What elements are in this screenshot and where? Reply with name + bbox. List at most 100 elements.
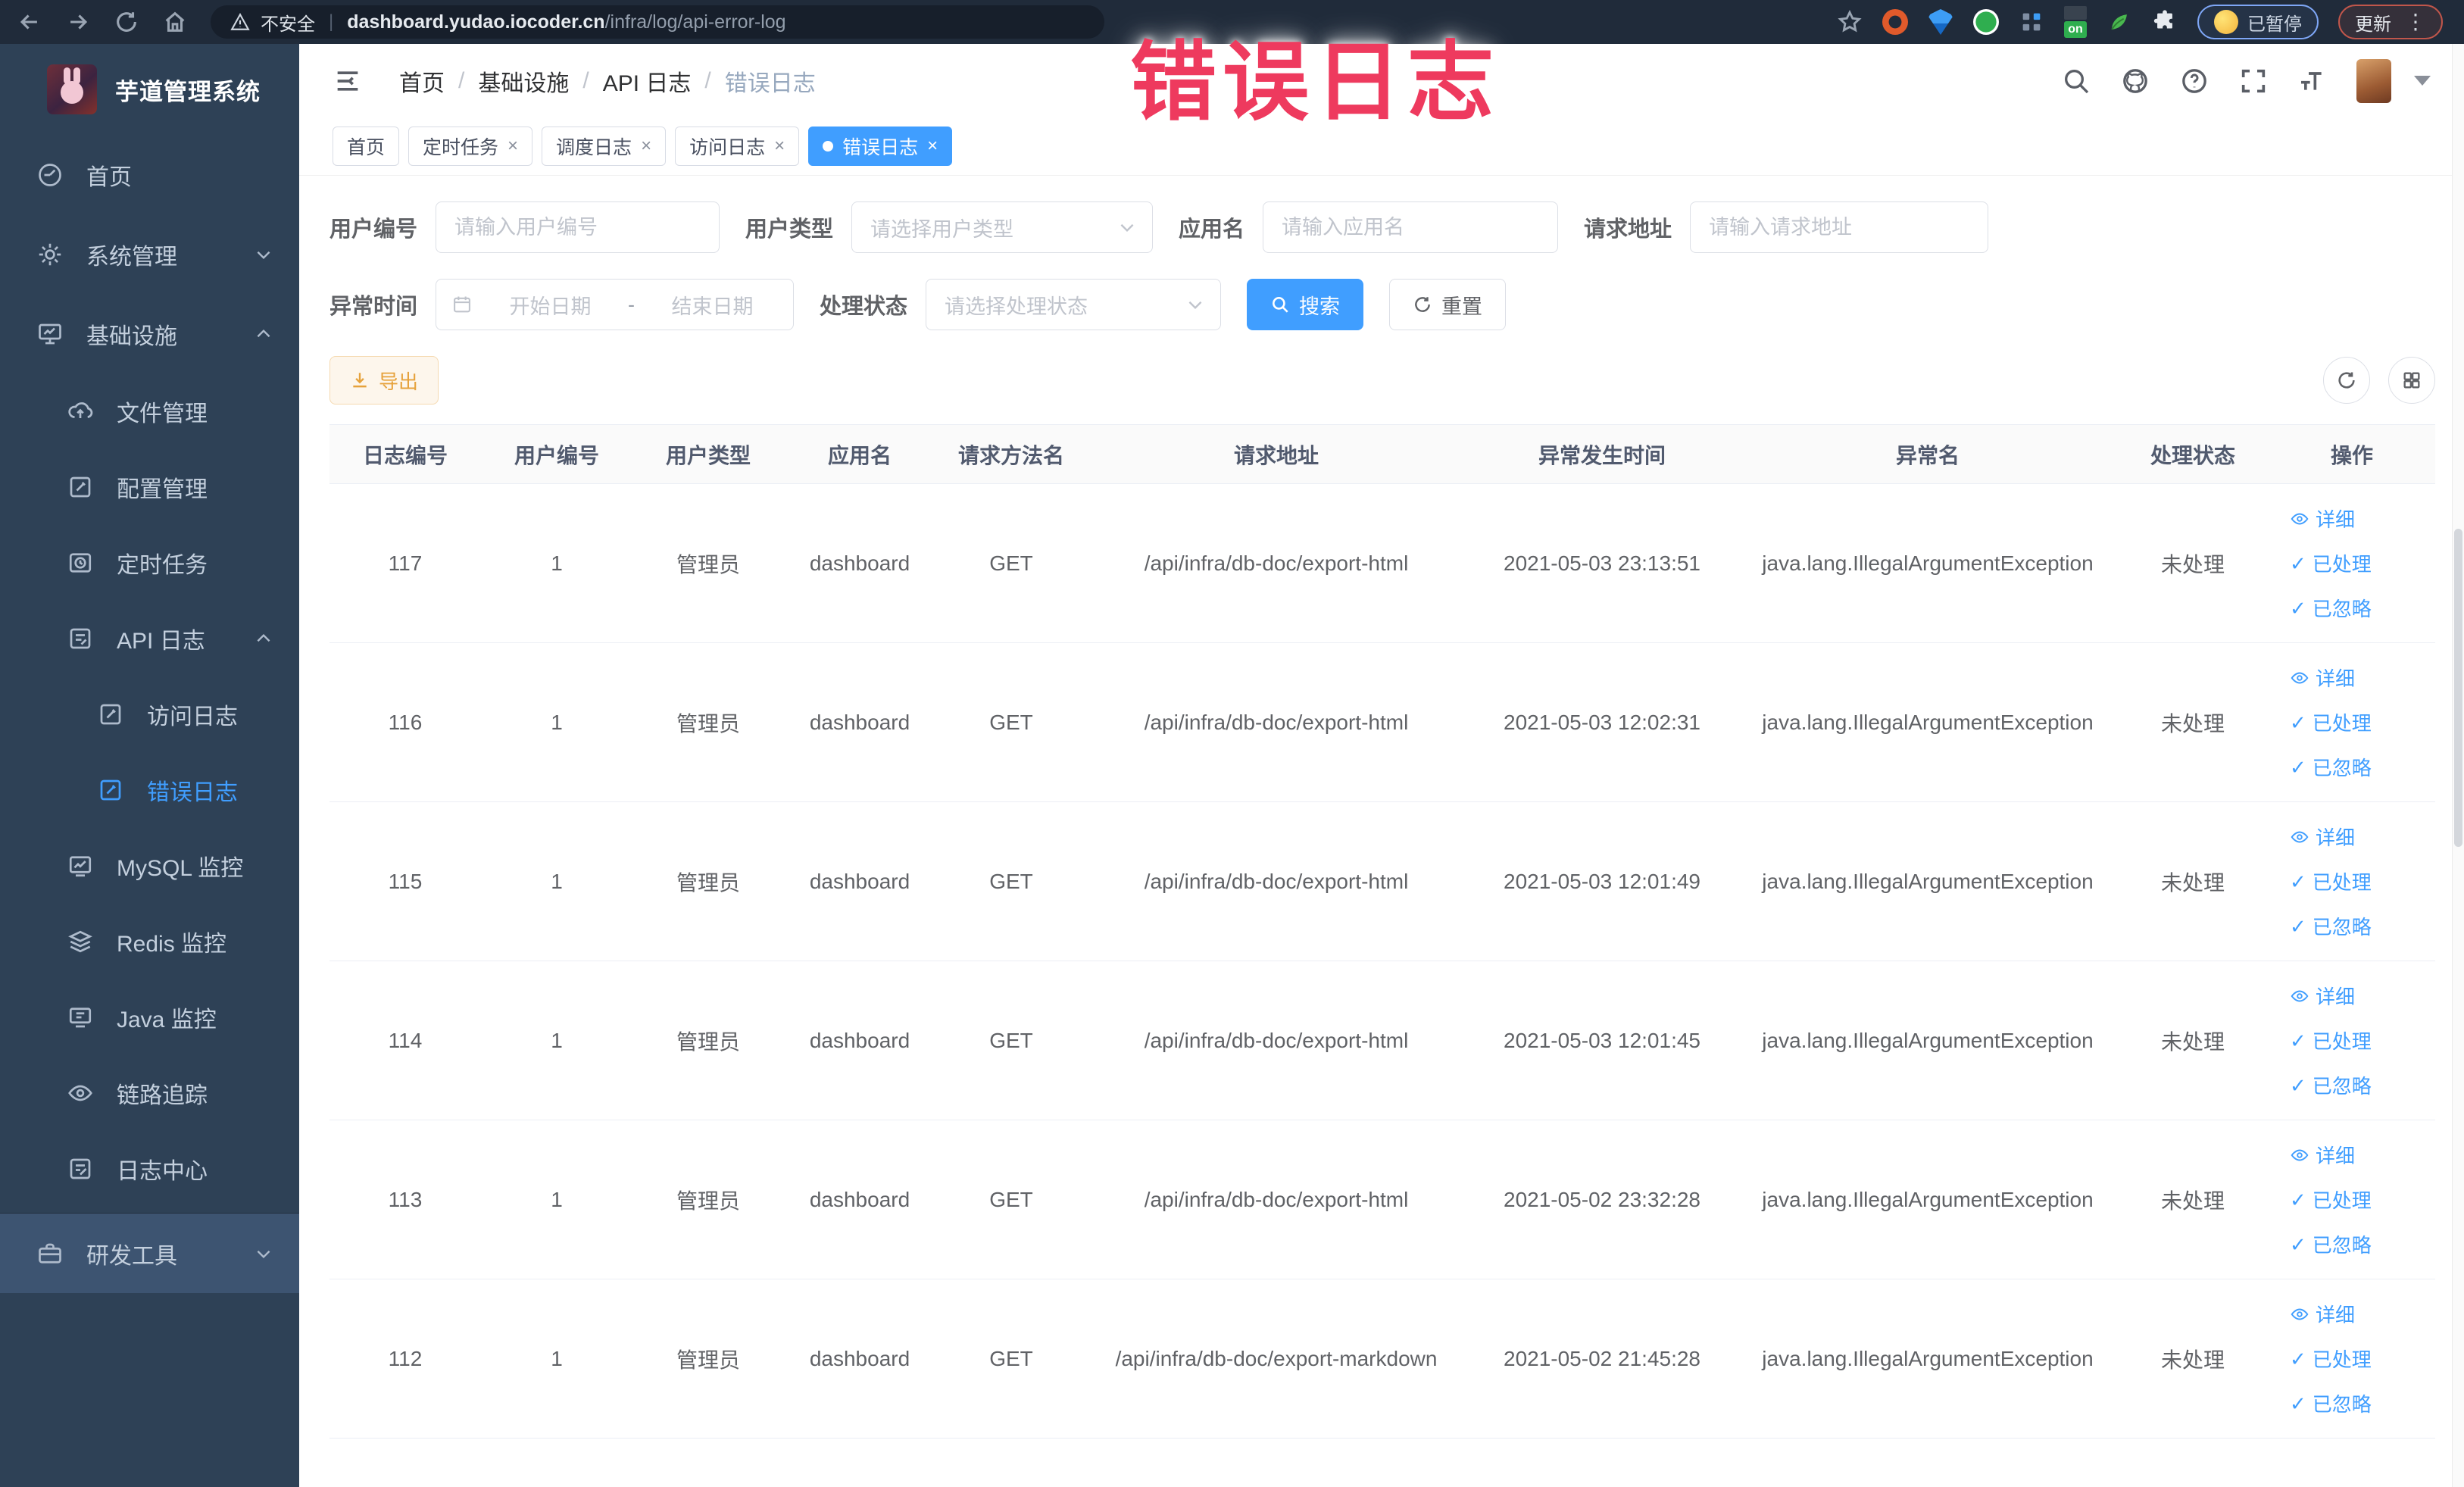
sidebar-item-log-center[interactable]: 日志中心 bbox=[0, 1131, 299, 1207]
extension-leaf-icon[interactable] bbox=[2106, 9, 2132, 35]
app-logo bbox=[47, 64, 97, 114]
eye-icon bbox=[2291, 672, 2309, 683]
app-name-input[interactable] bbox=[1263, 201, 1559, 253]
search-icon[interactable] bbox=[2061, 66, 2091, 96]
detail-link[interactable]: 详细 bbox=[2290, 505, 2355, 533]
back-icon[interactable] bbox=[17, 9, 42, 35]
sidebar-item-redis-monitor[interactable]: Redis 监控 bbox=[0, 904, 299, 979]
mark-ignored-link[interactable]: ✓ 已忽略 bbox=[2290, 753, 2372, 781]
sidebar-item-infra[interactable]: 基础设施 bbox=[0, 294, 299, 373]
screen: 不安全 | dashboard.yudao.iocoder.cn/infra/l… bbox=[0, 0, 2464, 1487]
home-icon[interactable] bbox=[162, 9, 188, 35]
app-title: 芋道管理系统 bbox=[115, 78, 261, 105]
refresh-table-button[interactable] bbox=[2323, 357, 2370, 404]
bookmark-star-icon[interactable] bbox=[1837, 9, 1863, 35]
browser-menu-kebab-icon[interactable]: ⋮ bbox=[2400, 11, 2426, 33]
reset-button[interactable]: 重置 bbox=[1389, 279, 1507, 330]
sidebar-item-home[interactable]: 首页 bbox=[0, 135, 299, 214]
col-log-id: 日志编号 bbox=[329, 424, 481, 484]
request-url-input[interactable] bbox=[1690, 201, 1989, 253]
mark-ignored-link[interactable]: ✓ 已忽略 bbox=[2290, 594, 2372, 622]
extensions-puzzle-icon[interactable] bbox=[2152, 9, 2178, 35]
detail-link[interactable]: 详细 bbox=[2290, 823, 2355, 851]
mark-ignored-link[interactable]: ✓ 已忽略 bbox=[2290, 912, 2372, 940]
breadcrumb-api-log[interactable]: API 日志 bbox=[603, 64, 692, 98]
mark-ignored-link[interactable]: ✓ 已忽略 bbox=[2290, 1389, 2372, 1417]
scrollbar-thumb[interactable] bbox=[2454, 529, 2462, 847]
tag-access-log[interactable]: 访问日志 × bbox=[675, 127, 800, 166]
forward-icon[interactable] bbox=[65, 9, 91, 35]
vertical-scrollbar[interactable] bbox=[2452, 44, 2464, 1487]
browser-update-button[interactable]: 更新 ⋮ bbox=[2338, 5, 2443, 39]
sidebar-item-scheduled-jobs[interactable]: 定时任务 bbox=[0, 525, 299, 601]
export-button[interactable]: 导出 bbox=[329, 356, 439, 405]
user-id-input[interactable] bbox=[436, 201, 720, 253]
mark-processed-link[interactable]: ✓ 已处理 bbox=[2290, 549, 2372, 577]
sidebar-item-config-manage[interactable]: 配置管理 bbox=[0, 449, 299, 525]
col-app-name: 应用名 bbox=[784, 424, 935, 484]
mark-processed-link[interactable]: ✓ 已处理 bbox=[2290, 1186, 2372, 1214]
reload-icon[interactable] bbox=[114, 9, 139, 35]
mark-processed-link[interactable]: ✓ 已处理 bbox=[2290, 867, 2372, 895]
mark-processed-link[interactable]: ✓ 已处理 bbox=[2290, 708, 2372, 736]
sidebar-item-api-log[interactable]: API 日志 bbox=[0, 601, 299, 676]
mark-ignored-link[interactable]: ✓ 已忽略 bbox=[2290, 1230, 2372, 1258]
sidebar-item-error-log[interactable]: 错误日志 bbox=[0, 752, 299, 828]
user-menu-caret-icon[interactable] bbox=[2414, 76, 2431, 86]
chevron-down-icon bbox=[254, 245, 273, 264]
tag-job[interactable]: 定时任务 × bbox=[408, 127, 533, 166]
tag-job-log[interactable]: 调度日志 × bbox=[542, 127, 667, 166]
app-logo-block[interactable]: 芋道管理系统 bbox=[0, 44, 299, 135]
user-avatar[interactable] bbox=[2356, 58, 2391, 103]
tags-view-bar: 首页 定时任务 × 调度日志 × 访问日志 × 错误日志 × bbox=[299, 117, 2464, 176]
detail-link[interactable]: 详细 bbox=[2290, 1300, 2355, 1328]
breadcrumb-current: 错误日志 bbox=[724, 70, 816, 96]
chevron-up-icon bbox=[254, 324, 273, 344]
mark-processed-link[interactable]: ✓ 已处理 bbox=[2290, 1345, 2372, 1373]
user-type-select[interactable]: 请选择用户类型 bbox=[851, 201, 1154, 253]
table-row: 113 1 管理员 dashboard GET /api/infra/db-do… bbox=[329, 1120, 2435, 1279]
detail-link[interactable]: 详细 bbox=[2290, 982, 2355, 1010]
extension-orange-icon[interactable] bbox=[1882, 9, 1908, 35]
mark-processed-link[interactable]: ✓ 已处理 bbox=[2290, 1026, 2372, 1054]
detail-link[interactable]: 详细 bbox=[2290, 1141, 2355, 1169]
table-row: 116 1 管理员 dashboard GET /api/infra/db-do… bbox=[329, 642, 2435, 802]
extension-green-icon[interactable] bbox=[1973, 9, 1999, 35]
mark-ignored-link[interactable]: ✓ 已忽略 bbox=[2290, 1071, 2372, 1099]
font-size-icon[interactable] bbox=[2297, 66, 2328, 96]
sidebar-item-access-log[interactable]: 访问日志 bbox=[0, 676, 299, 752]
sidebar-item-system[interactable]: 系统管理 bbox=[0, 214, 299, 294]
detail-link[interactable]: 详细 bbox=[2290, 664, 2355, 692]
column-settings-button[interactable] bbox=[2388, 357, 2435, 404]
address-bar[interactable]: 不安全 | dashboard.yudao.iocoder.cn/infra/l… bbox=[211, 5, 1104, 39]
sidebar-item-file-manage[interactable]: 文件管理 bbox=[0, 373, 299, 449]
github-icon[interactable] bbox=[2120, 66, 2150, 96]
sidebar-item-dev-tools[interactable]: 研发工具 bbox=[0, 1214, 299, 1293]
sidebar-item-trace[interactable]: 链路追踪 bbox=[0, 1055, 299, 1131]
paused-extension-pill[interactable]: 已暂停 bbox=[2197, 5, 2319, 39]
extension-grid-icon[interactable] bbox=[2019, 9, 2044, 35]
breadcrumb-home[interactable]: 首页 bbox=[399, 64, 445, 98]
breadcrumb-infra[interactable]: 基础设施 bbox=[478, 64, 569, 98]
chevron-down-icon bbox=[1117, 217, 1137, 237]
fullscreen-icon[interactable] bbox=[2238, 66, 2269, 96]
sidebar-collapse-icon[interactable] bbox=[333, 66, 363, 96]
page-content: 用户编号 用户类型 请选择用户类型 应用名 bbox=[299, 176, 2464, 1487]
close-icon[interactable]: × bbox=[774, 137, 785, 155]
sidebar: 芋道管理系统 首页 系统管理 基础设施 文件管理 配置管理 定时任务 API 日… bbox=[0, 44, 299, 1487]
extension-on-badge[interactable]: on bbox=[2064, 6, 2087, 38]
help-icon[interactable] bbox=[2179, 66, 2209, 96]
close-icon[interactable]: × bbox=[641, 137, 651, 155]
process-status-select[interactable]: 请选择处理状态 bbox=[926, 279, 1222, 330]
sidebar-item-mysql-monitor[interactable]: MySQL 监控 bbox=[0, 828, 299, 904]
search-button[interactable]: 搜索 bbox=[1247, 279, 1364, 330]
date-range-picker[interactable]: 开始日期 - 结束日期 bbox=[436, 279, 795, 330]
extension-shield-icon[interactable] bbox=[1928, 9, 1953, 35]
tag-home[interactable]: 首页 bbox=[333, 127, 400, 166]
filter-exception-time: 异常时间 开始日期 - 结束日期 bbox=[329, 279, 795, 330]
status-text: 未处理 bbox=[2117, 1279, 2269, 1439]
close-icon[interactable]: × bbox=[507, 137, 518, 155]
close-icon[interactable]: × bbox=[927, 137, 938, 155]
sidebar-item-java-monitor[interactable]: Java 监控 bbox=[0, 979, 299, 1055]
tag-error-log[interactable]: 错误日志 × bbox=[808, 127, 953, 166]
